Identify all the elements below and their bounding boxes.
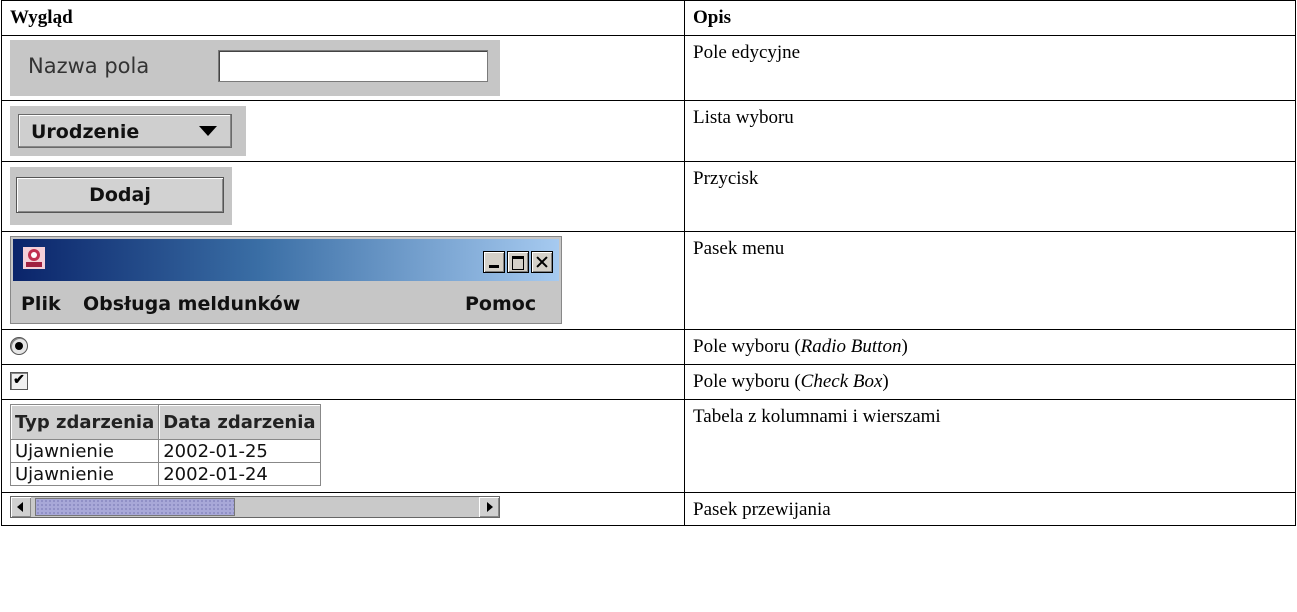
- appearance-cell: Urodzenie: [1, 100, 685, 162]
- row-button: Dodaj Przycisk: [1, 161, 1296, 232]
- appearance-cell: Plik Obsługa meldunków Pomoc: [1, 231, 685, 330]
- row-menubar: Plik Obsługa meldunków Pomoc Pasek menu: [1, 231, 1296, 330]
- table-cell: Ujawnienie: [9, 462, 160, 486]
- description-cell: Pole wyboru (Radio Button): [684, 329, 1296, 365]
- app-window: Plik Obsługa meldunków Pomoc: [10, 236, 562, 324]
- description-cell: Lista wyboru: [684, 100, 1296, 162]
- header-description: Opis: [684, 0, 1296, 36]
- menu-item-plik[interactable]: Plik: [21, 293, 61, 315]
- column-header[interactable]: Data zdarzenia: [158, 404, 321, 440]
- maximize-icon[interactable]: [507, 251, 529, 273]
- field-label: Nazwa pola: [28, 54, 150, 78]
- button-panel: Dodaj: [10, 167, 232, 225]
- description-cell: Pole wyboru (Check Box): [684, 364, 1296, 400]
- menu-item-obsluga-meldunkow[interactable]: Obsługa meldunków: [83, 293, 300, 315]
- appearance-cell: Nazwa pola: [1, 35, 685, 101]
- edit-field-panel: Nazwa pola: [10, 40, 500, 96]
- components-table: Wygląd Opis Nazwa pola Pole edycyjne Uro…: [1, 0, 1296, 526]
- table-cell: 2002-01-25: [158, 439, 321, 463]
- data-table: Typ zdarzenia Data zdarzenia Ujawnienie …: [9, 404, 321, 486]
- table-row[interactable]: Ujawnienie 2002-01-24: [9, 462, 321, 486]
- table-header-row: Typ zdarzenia Data zdarzenia: [9, 404, 321, 440]
- row-edit-field: Nazwa pola Pole edycyjne: [1, 35, 1296, 101]
- description-cell: Pasek przewijania: [684, 492, 1296, 526]
- scroll-right-icon[interactable]: [479, 497, 499, 517]
- row-radio: Pole wyboru (Radio Button): [1, 329, 1296, 365]
- app-icon: [23, 247, 45, 269]
- column-header[interactable]: Typ zdarzenia: [9, 404, 160, 440]
- table-row[interactable]: Ujawnienie 2002-01-25: [9, 439, 321, 463]
- chevron-down-icon: [199, 126, 217, 136]
- description-cell: Pole edycyjne: [684, 35, 1296, 101]
- radio-button[interactable]: [10, 337, 28, 355]
- table-cell: Ujawnienie: [9, 439, 160, 463]
- desc-suffix: ): [901, 336, 908, 357]
- appearance-cell: [1, 492, 685, 526]
- description-cell: Pasek menu: [684, 231, 1296, 330]
- appearance-cell: ✔: [1, 364, 685, 400]
- window-title-bar[interactable]: [13, 239, 559, 281]
- window-buttons: [481, 251, 553, 273]
- add-button[interactable]: Dodaj: [16, 177, 224, 213]
- minimize-icon[interactable]: [483, 251, 505, 273]
- desc-prefix: Pole wyboru (: [693, 371, 801, 392]
- desc-em: Check Box: [800, 371, 883, 392]
- header-appearance: Wygląd: [1, 0, 685, 36]
- menu-item-pomoc[interactable]: Pomoc: [465, 293, 536, 315]
- desc-prefix: Pole wyboru (: [693, 336, 801, 357]
- combo-panel: Urodzenie: [10, 106, 246, 156]
- close-icon[interactable]: [531, 251, 553, 273]
- appearance-cell: Dodaj: [1, 161, 685, 232]
- row-table: Typ zdarzenia Data zdarzenia Ujawnienie …: [1, 399, 1296, 493]
- row-checkbox: ✔ Pole wyboru (Check Box): [1, 364, 1296, 400]
- desc-em: Radio Button: [800, 336, 902, 357]
- combo-selected: Urodzenie: [31, 121, 140, 143]
- combo-box[interactable]: Urodzenie: [18, 114, 232, 148]
- menu-bar: Plik Obsługa meldunków Pomoc: [11, 283, 561, 323]
- appearance-cell: [1, 329, 685, 365]
- scroll-thumb[interactable]: [35, 498, 235, 516]
- horizontal-scrollbar[interactable]: [10, 496, 500, 518]
- row-combo: Urodzenie Lista wyboru: [1, 100, 1296, 162]
- description-cell: Przycisk: [684, 161, 1296, 232]
- description-cell: Tabela z kolumnami i wierszami: [684, 399, 1296, 493]
- appearance-cell: Typ zdarzenia Data zdarzenia Ujawnienie …: [1, 399, 685, 493]
- field-input[interactable]: [218, 50, 488, 82]
- header-row: Wygląd Opis: [1, 0, 1296, 36]
- desc-suffix: ): [882, 371, 889, 392]
- scroll-left-icon[interactable]: [11, 497, 31, 517]
- row-scrollbar: Pasek przewijania: [1, 492, 1296, 526]
- table-cell: 2002-01-24: [158, 462, 321, 486]
- check-box[interactable]: ✔: [10, 372, 28, 390]
